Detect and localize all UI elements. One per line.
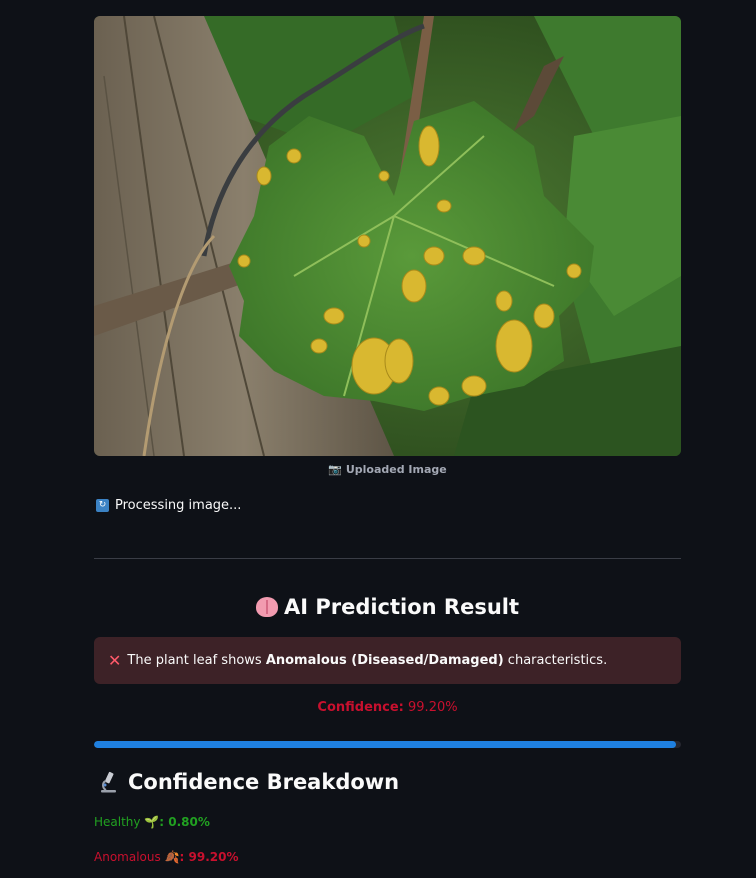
- alert-classification: Anomalous (Diseased/Damaged): [265, 653, 504, 668]
- confidence-breakdown-heading-text: Confidence Breakdown: [128, 770, 400, 794]
- cross-mark-icon: ✕: [108, 651, 122, 670]
- section-divider: [94, 558, 681, 559]
- brain-icon: [255, 597, 278, 617]
- confidence-readout: Confidence: 99.20%: [94, 700, 681, 715]
- confidence-breakdown-heading: Confidence Breakdown: [96, 770, 399, 794]
- alert-prefix: The plant leaf shows: [127, 653, 266, 668]
- microscope-icon: [96, 770, 120, 794]
- anomalous-value: : 99.20%: [179, 850, 239, 864]
- confidence-value: 99.20%: [408, 700, 458, 715]
- camera-icon: 📷: [328, 463, 342, 476]
- prediction-alert: ✕ The plant leaf shows Anomalous (Diseas…: [94, 637, 681, 684]
- anomalous-breakdown-line: Anomalous 🍂: 99.20%: [94, 850, 238, 864]
- anomalous-label: Anomalous: [94, 850, 161, 864]
- prediction-result-heading: AI Prediction Result: [94, 595, 681, 619]
- refresh-icon: ↻: [96, 499, 109, 512]
- seedling-icon: 🌱: [144, 815, 160, 829]
- healthy-value: : 0.80%: [159, 815, 210, 829]
- image-caption: 📷 Uploaded Image: [94, 463, 681, 476]
- app-page: 📷 Uploaded Image ↻ Processing image... A…: [0, 0, 756, 878]
- confidence-progress-bar: [94, 741, 681, 748]
- healthy-label: Healthy: [94, 815, 141, 829]
- alert-suffix: characteristics.: [503, 653, 608, 668]
- processing-status-text: Processing image...: [115, 498, 242, 513]
- confidence-progress-fill: [94, 741, 677, 748]
- uploaded-leaf-image: [94, 16, 681, 456]
- fallen-leaf-icon: 🍂: [164, 850, 180, 864]
- image-caption-text: Uploaded Image: [345, 463, 447, 476]
- prediction-alert-text: The plant leaf shows Anomalous (Diseased…: [127, 653, 607, 668]
- healthy-breakdown-line: Healthy 🌱: 0.80%: [94, 815, 210, 829]
- processing-status: ↻ Processing image...: [96, 498, 241, 513]
- prediction-result-heading-text: AI Prediction Result: [283, 595, 520, 619]
- confidence-label: Confidence:: [317, 700, 404, 715]
